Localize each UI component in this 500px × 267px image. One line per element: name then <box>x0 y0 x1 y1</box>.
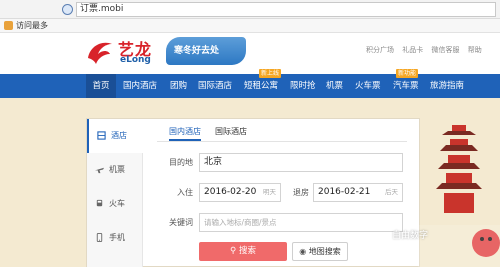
site-header: 艺龙 eLong 寒冬好去处 积分广场 礼品卡 微信客服 帮助 <box>0 33 500 74</box>
sidebar-item-train[interactable]: 火车 <box>87 187 143 221</box>
logo-subtext: eLong <box>120 55 151 65</box>
tab-divider <box>157 141 407 142</box>
logo-dragon-icon <box>88 42 112 64</box>
main-nav: 首页 国内酒店 团购 国际酒店 新 短租公寓 限时抢 机票 火车票 汽车票 旅游… <box>0 74 500 153</box>
nav-flash-sale[interactable]: 限时抢 <box>290 74 316 98</box>
tab-intl-hotel[interactable]: 国际酒店 <box>215 125 247 139</box>
watermark-text: 自由数字 <box>392 231 429 241</box>
nav-flights[interactable]: 机票 <box>326 74 343 98</box>
destination-input[interactable]: 北京 <box>199 153 403 172</box>
tab-domestic-hotel[interactable]: 国内酒店 <box>169 125 201 141</box>
nav-domestic-hotel[interactable]: 国内酒店 <box>123 74 157 98</box>
top-link-giftcard[interactable]: 礼品卡 <box>402 46 423 54</box>
keyword-label: 关键词 <box>169 218 193 227</box>
train-icon <box>96 199 103 207</box>
promo-text: 寒冬好去处 <box>174 46 220 56</box>
checkin-label: 入住 <box>177 188 193 197</box>
checkout-date-value: 2016-02-21 <box>318 187 371 197</box>
sidebar-item-flight[interactable]: 机票 <box>87 153 143 187</box>
checkin-date-value: 2016-02-20 <box>204 187 257 197</box>
favorites-link[interactable]: 访问最多 <box>16 20 48 32</box>
badge-new-feature: 新功能 <box>396 69 419 78</box>
search-button[interactable]: ⚲ 搜索 <box>199 242 287 261</box>
top-link-points[interactable]: 积分广场 <box>366 46 394 54</box>
search-icon: ⚲ <box>230 246 237 256</box>
sidebar-item-label: 酒店 <box>111 131 127 140</box>
url-input[interactable]: 订票.mobi <box>76 2 496 17</box>
keyword-input[interactable]: 请输入地标/商圈/景点 <box>199 213 403 232</box>
globe-icon <box>62 4 73 15</box>
sidebar-item-mobile[interactable]: 手机 <box>87 221 143 255</box>
nav-train[interactable]: 火车票 <box>355 74 381 98</box>
map-search-label: 地图搜索 <box>308 247 341 256</box>
search-button-label: 搜索 <box>238 246 256 256</box>
favorites-bar: 访问最多 <box>0 19 500 33</box>
checkin-date-input[interactable]: 2016-02-20 明天 <box>199 183 281 202</box>
map-search-button[interactable]: ◉ 地图搜索 <box>292 242 348 261</box>
favorites-icon <box>4 21 13 30</box>
promo-banner[interactable]: 寒冬好去处 <box>166 37 246 65</box>
map-pin-icon: ◉ <box>299 247 307 256</box>
sidebar-item-label: 手机 <box>109 233 125 242</box>
checkout-date-input[interactable]: 2016-02-21 后天 <box>313 183 403 202</box>
nav-travel-guide[interactable]: 旅游指南 <box>430 74 464 98</box>
phone-icon <box>96 233 103 242</box>
sidebar-item-label: 机票 <box>109 165 125 174</box>
checkout-label: 退房 <box>293 188 309 197</box>
sidebar-item-label: 火车 <box>109 199 125 208</box>
wechat-icon <box>395 240 405 250</box>
nav-home[interactable]: 首页 <box>86 74 116 98</box>
nav-intl-hotel[interactable]: 国际酒店 <box>198 74 232 98</box>
sidebar-item-hotel[interactable]: 酒店 <box>87 119 143 153</box>
checkout-hint: 后天 <box>385 188 398 196</box>
hotel-icon <box>97 131 106 140</box>
badge-new-launch: 新上线 <box>259 69 282 78</box>
top-links: 积分广场 礼品卡 微信客服 帮助 <box>366 45 488 55</box>
checkin-hint: 明天 <box>263 188 276 196</box>
category-sidebar: 酒店 机票 火车 手机 <box>87 119 143 267</box>
top-link-help[interactable]: 帮助 <box>468 46 482 54</box>
destination-label: 目的地 <box>169 158 193 167</box>
pagoda-illustration <box>418 125 500 267</box>
top-link-wechat[interactable]: 微信客服 <box>431 46 459 54</box>
search-card: 酒店 机票 火车 手机 国内酒店 国际酒店 目的地 北京 入住 2016-02-… <box>86 118 420 267</box>
plane-icon <box>95 167 104 174</box>
address-bar: 订票.mobi <box>0 0 500 19</box>
nav-groupon[interactable]: 团购 <box>170 74 187 98</box>
